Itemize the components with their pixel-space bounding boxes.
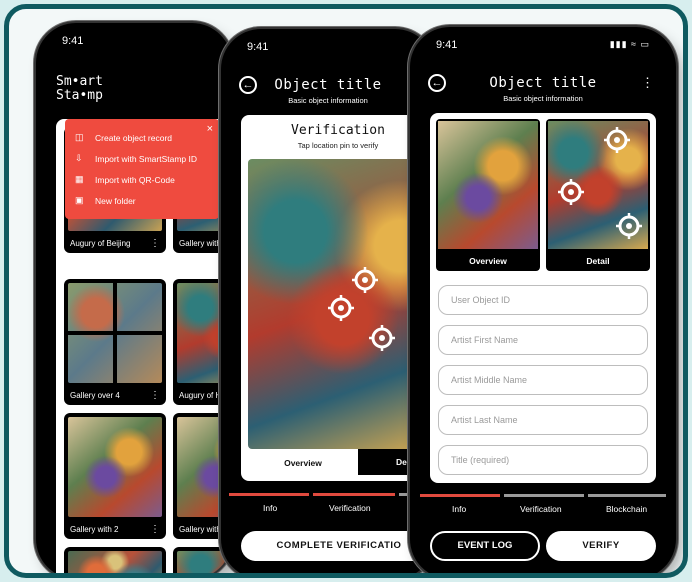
title-field[interactable]: Title (required) xyxy=(438,445,648,475)
panel-title: Verification xyxy=(291,123,385,138)
location-pin-icon[interactable] xyxy=(604,127,630,153)
verify-button[interactable]: VERIFY xyxy=(546,531,656,561)
artwork-thumbnail xyxy=(68,283,162,383)
overview-thumbnail[interactable]: Overview xyxy=(436,119,540,271)
location-pin-icon[interactable] xyxy=(328,295,354,321)
status-time: 9:41 xyxy=(436,39,458,51)
status-bar: 9:41 xyxy=(239,41,417,57)
location-pin-icon[interactable] xyxy=(369,325,395,351)
artwork-image xyxy=(248,159,435,449)
menu-item-new-folder[interactable]: ▣ New folder xyxy=(75,190,209,211)
card-more-icon[interactable]: ⋮ xyxy=(150,390,160,401)
card-more-icon[interactable]: ⋮ xyxy=(150,524,160,535)
page-header: Object title Basic object information xyxy=(410,75,676,103)
thumbnail-caption: Overview xyxy=(469,256,507,266)
qr-code-icon: ▦ xyxy=(75,174,84,184)
tab-indicator-verification xyxy=(504,494,584,497)
page-subtitle: Basic object information xyxy=(503,94,583,103)
location-pin-icon[interactable] xyxy=(558,179,584,205)
verification-panel: Verification Tap location pin to verify xyxy=(241,115,435,481)
artist-first-name-field[interactable]: Artist First Name xyxy=(438,325,648,355)
page-title: Object title xyxy=(274,77,382,93)
card-label: Gallery with 2 xyxy=(70,525,119,534)
artist-last-name-field[interactable]: Artist Last Name xyxy=(438,405,648,435)
location-pin-icon[interactable] xyxy=(352,267,378,293)
status-bar: 9:41 ▮▮▮ ≈ ▭ xyxy=(428,39,658,55)
showcase-frame: 9:41 Sm•art Sta•mp Augury of Beijing ⋮ G… xyxy=(4,4,688,578)
page-subtitle: Basic object information xyxy=(288,96,368,105)
create-menu: × ◫ Create object record ⇩ Import with S… xyxy=(65,119,219,219)
status-bar: 9:41 xyxy=(54,35,214,51)
logo-line-2: Sta•mp xyxy=(56,88,103,103)
card-label: Gallery with xyxy=(179,525,221,534)
menu-item-create-record[interactable]: ◫ Create object record xyxy=(75,127,209,148)
menu-item-label: Create object record xyxy=(95,132,173,143)
tab-indicator-verification xyxy=(313,493,395,496)
menu-item-import-id[interactable]: ⇩ Import with SmartStamp ID xyxy=(75,148,209,169)
card-label: Gallery with xyxy=(179,239,221,248)
tab-indicator-blockchain xyxy=(588,494,666,497)
logo-line-1: Sm•art xyxy=(56,74,103,89)
tab-blockchain[interactable]: Blockchain xyxy=(606,504,647,514)
artist-middle-name-field[interactable]: Artist Middle Name xyxy=(438,365,648,395)
card-label: Gallery over 4 xyxy=(70,391,120,400)
artwork-thumbnail xyxy=(68,551,162,573)
menu-item-import-qr[interactable]: ▦ Import with QR-Code xyxy=(75,169,209,190)
phone-library: 9:41 Sm•art Sta•mp Augury of Beijing ⋮ G… xyxy=(36,23,232,573)
page-title: Object title xyxy=(489,75,597,91)
tab-overview[interactable]: Overview xyxy=(248,451,358,475)
user-object-id-field[interactable]: User Object ID xyxy=(438,285,648,315)
complete-verification-button[interactable]: COMPLETE VERIFICATIO xyxy=(241,531,435,561)
tab-verification[interactable]: Verification xyxy=(520,504,562,514)
status-time: 9:41 xyxy=(247,41,269,53)
card-label: Augury of Beijing xyxy=(70,239,131,248)
location-pin-icon[interactable] xyxy=(616,213,642,239)
app-logo: Sm•art Sta•mp xyxy=(56,75,103,103)
artwork-thumbnail xyxy=(548,121,648,249)
phone-verification: 9:41 ← Object title Basic object informa… xyxy=(221,29,435,573)
object-card[interactable] xyxy=(64,547,166,573)
tab-verification[interactable]: Verification xyxy=(329,503,371,513)
tab-info[interactable]: Info xyxy=(263,503,277,513)
object-card[interactable]: Gallery with 2 ⋮ xyxy=(64,413,166,539)
signal-wifi-battery-icon: ▮▮▮ ≈ ▭ xyxy=(609,39,650,49)
tab-indicator-info xyxy=(420,494,500,497)
import-id-icon: ⇩ xyxy=(75,153,83,163)
artwork-thumbnail xyxy=(68,417,162,517)
object-card[interactable]: Gallery over 4 ⋮ xyxy=(64,279,166,405)
create-record-icon: ◫ xyxy=(75,132,84,142)
object-info-panel: Overview Detail User Object ID Artist Fi… xyxy=(430,113,656,483)
tab-indicator-info xyxy=(229,493,309,496)
panel-subtitle: Tap location pin to verify xyxy=(297,141,379,150)
card-more-icon[interactable]: ⋮ xyxy=(150,238,160,249)
phone-object-info: 9:41 ▮▮▮ ≈ ▭ ← ⋮ Object title Basic obje… xyxy=(410,27,676,573)
detail-thumbnail[interactable]: Detail xyxy=(546,119,650,271)
card-label: Augury of H xyxy=(179,391,222,400)
status-time: 9:41 xyxy=(62,35,84,47)
new-folder-icon: ▣ xyxy=(75,195,84,205)
artwork-thumbnail xyxy=(438,121,538,249)
menu-item-label: Import with QR-Code xyxy=(95,174,175,185)
page-header: Object title Basic object information xyxy=(221,77,435,105)
menu-item-label: New folder xyxy=(95,195,136,206)
tab-info[interactable]: Info xyxy=(452,504,466,514)
thumbnail-caption: Detail xyxy=(586,256,610,266)
close-icon[interactable]: × xyxy=(207,123,213,135)
menu-item-label: Import with SmartStamp ID xyxy=(95,153,198,164)
event-log-button[interactable]: EVENT LOG xyxy=(430,531,540,561)
